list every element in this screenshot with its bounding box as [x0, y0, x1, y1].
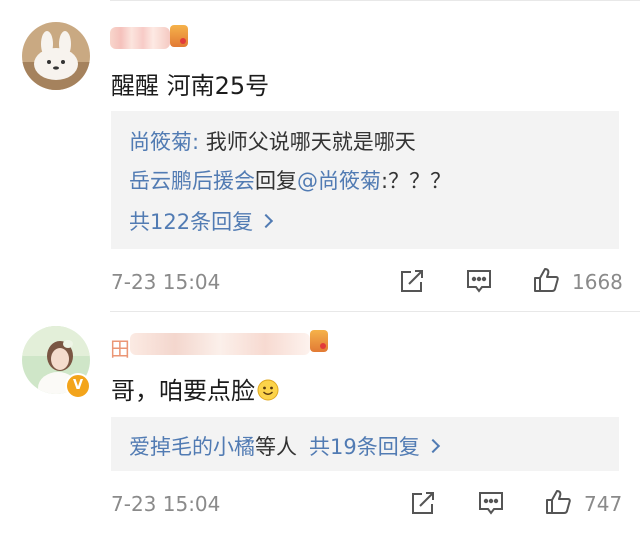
avatar-bunny-image [22, 22, 90, 90]
more-replies-link[interactable]: 共122条回复 [129, 206, 274, 236]
avatar[interactable] [22, 22, 90, 90]
comment-text: 哥，咱要点脸 [111, 371, 279, 406]
top-divider [110, 0, 640, 1]
comment-icon[interactable] [476, 488, 506, 518]
reply-summary-suffix: 等人 [255, 435, 297, 459]
thumbs-up-icon[interactable] [543, 487, 573, 517]
verified-v-icon: V [65, 373, 91, 399]
more-replies-label: 共122条回复 [129, 210, 254, 234]
chevron-right-icon [425, 438, 440, 454]
comment-text-body: 哥，咱要点脸 [111, 377, 255, 405]
like-count: 747 [584, 492, 623, 516]
share-icon[interactable] [408, 488, 438, 518]
username-partial[interactable]: 田 [110, 333, 131, 362]
comment-time: 7-23 15:04 [111, 492, 221, 516]
username-blurred[interactable] [130, 333, 310, 355]
level-badge-icon [310, 330, 328, 352]
reply-mention[interactable]: @尚筱菊 [297, 169, 381, 193]
replies-box[interactable]: 尚筱菊: 我师父说哪天就是哪天 岳云鹏后援会回复@尚筱菊:？？？ 共122条回复 [111, 111, 619, 249]
level-badge-icon [170, 25, 188, 47]
reply-author[interactable]: 尚筱菊 [129, 130, 192, 154]
reply-author[interactable]: 爱掉毛的小橘 [129, 435, 255, 459]
chevron-right-icon [259, 213, 274, 229]
reply-text: 我师父说哪天就是哪天 [205, 130, 416, 154]
thumbs-up-icon[interactable] [531, 265, 561, 295]
comment-time: 7-23 15:04 [111, 270, 221, 294]
username-blurred[interactable] [110, 27, 170, 49]
reply-summary[interactable]: 爱掉毛的小橘等人 共19条回复 [129, 431, 440, 461]
more-replies-label[interactable]: 共19条回复 [309, 435, 420, 459]
reply-separator: : [192, 130, 206, 154]
reply-verb: 回复 [255, 169, 297, 193]
reply-line[interactable]: 岳云鹏后援会回复@尚筱菊:？？？ [129, 165, 451, 195]
comment-divider [110, 311, 640, 312]
comment-text: 醒醒 河南25号 [111, 72, 270, 100]
reply-line[interactable]: 尚筱菊: 我师父说哪天就是哪天 [129, 126, 416, 156]
share-icon[interactable] [397, 266, 427, 296]
reply-text: :？？？ [381, 169, 452, 193]
comment-icon[interactable] [464, 266, 494, 296]
replies-box[interactable]: 爱掉毛的小橘等人 共19条回复 [111, 417, 619, 471]
reply-author[interactable]: 岳云鹏后援会 [129, 169, 255, 193]
like-count: 1668 [572, 270, 623, 294]
smile-emoji-icon [257, 379, 279, 401]
